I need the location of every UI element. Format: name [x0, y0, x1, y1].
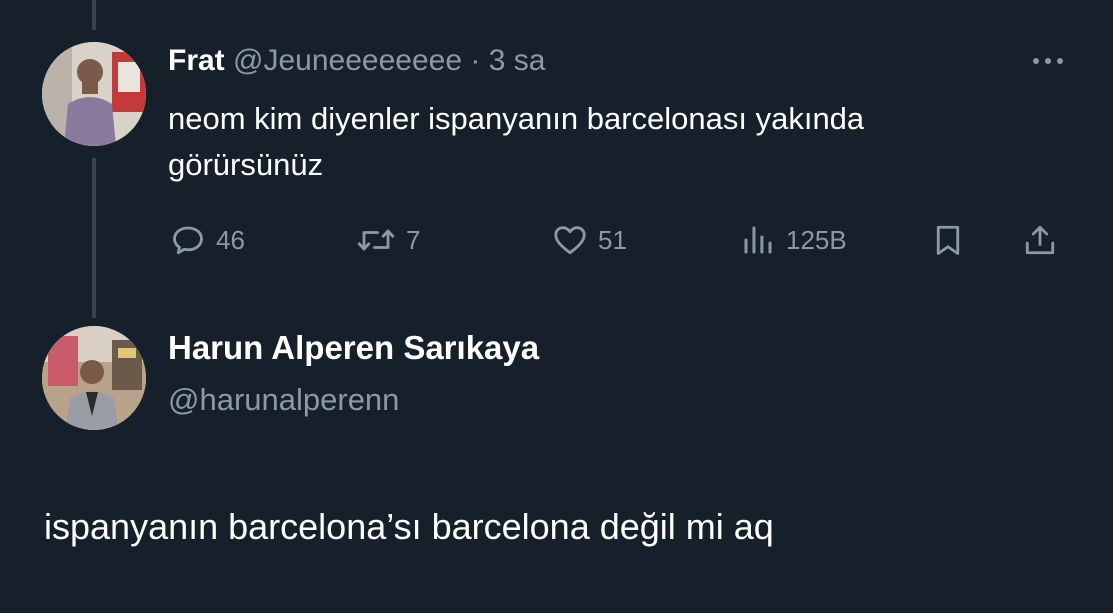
like-count: 51: [598, 224, 627, 255]
user-handle[interactable]: @harunalperenn: [168, 378, 399, 422]
avatar[interactable]: [42, 42, 146, 146]
user-handle[interactable]: @Jeuneeeeeeee: [233, 44, 462, 77]
like-button[interactable]: 51: [552, 220, 627, 260]
thread-connector: [92, 158, 96, 318]
tweet-screenshot: Frat @Jeuneeeeeeee · 3 sa neom kim diyen…: [0, 0, 1113, 613]
bookmark-icon: [936, 225, 960, 255]
retweet-button[interactable]: 7: [356, 220, 420, 260]
avatar-photo: [42, 326, 146, 430]
timestamp[interactable]: 3 sa: [489, 44, 546, 77]
retweet-count: 7: [406, 224, 421, 255]
views-button[interactable]: 125B: [740, 220, 847, 260]
bookmark-button[interactable]: [930, 220, 966, 260]
display-name[interactable]: Frat: [168, 44, 225, 77]
separator-dot: ·: [470, 44, 481, 77]
reply-count: 46: [216, 224, 245, 255]
tweet-text: neom kim diyenler ispanyanın barcelonası…: [168, 101, 865, 182]
avatar-photo: [42, 42, 146, 146]
views-count: 125B: [786, 224, 847, 255]
thread-connector-top: [92, 0, 96, 30]
reply-icon: [173, 226, 203, 255]
share-button[interactable]: [1022, 220, 1058, 260]
more-horizontal-icon[interactable]: [1028, 46, 1068, 76]
display-name[interactable]: Harun Alperen Sarıkaya: [168, 326, 539, 370]
reply-button[interactable]: 46: [170, 220, 245, 260]
retweet-icon: [357, 229, 395, 251]
views-chart-icon: [744, 226, 772, 254]
tweet-header: Frat @Jeuneeeeeeee · 3 sa: [168, 42, 545, 80]
avatar[interactable]: [42, 326, 146, 430]
tweet-text: ispanyanın barcelona’sı barcelona değil …: [44, 506, 774, 547]
heart-icon: [554, 226, 586, 255]
share-icon: [1025, 225, 1055, 255]
